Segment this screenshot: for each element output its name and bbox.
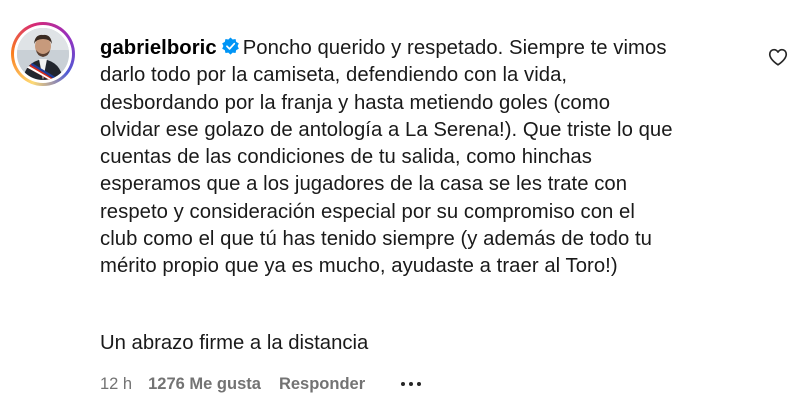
comment-text: gabrielboric Poncho querido y respetado. …: [100, 35, 760, 281]
avatar-story-ring[interactable]: [11, 22, 75, 86]
comment-line: club como el que tú has tenido siempre (…: [100, 228, 652, 251]
comment-line: olvidar ese golazo de antología a La Ser…: [100, 118, 673, 141]
verified-badge-icon: [221, 37, 239, 55]
comment-line: darlo todo por la camiseta, defendiendo …: [100, 64, 568, 87]
comment-line: cuentas de las condiciones de tu salida,…: [100, 146, 592, 169]
comment-line: respeto y consideración especial por su …: [100, 200, 635, 223]
comment: gabrielboric Poncho querido y respetado. …: [0, 0, 800, 410]
comment-meta: 12 h 1276 Me gusta Responder: [100, 374, 422, 394]
more-dot: [401, 382, 406, 386]
more-dot: [409, 382, 414, 386]
comment-first-line: gabrielboric Poncho querido y respetado. …: [100, 35, 760, 62]
comment-line: mérito propio que ya es mucho, ayudaste …: [100, 255, 618, 278]
avatar[interactable]: [17, 28, 69, 80]
likes-count-button[interactable]: 1276 Me gusta: [148, 375, 261, 394]
comment-signoff: Un abrazo firme a la distancia: [100, 332, 369, 354]
avatar-ring-gap: [14, 25, 72, 83]
comment-line: esperamos que a los jugadores de la casa…: [100, 173, 628, 196]
avatar-photo: [17, 28, 69, 80]
more-options-icon[interactable]: [401, 382, 422, 386]
reply-button[interactable]: Responder: [279, 375, 365, 394]
username-link[interactable]: gabrielboric: [100, 37, 217, 59]
heart-outline-icon[interactable]: [767, 46, 789, 68]
comment-timestamp[interactable]: 12 h: [100, 375, 132, 394]
comment-line: desbordando por la franja y hasta metien…: [100, 91, 611, 114]
more-dot: [417, 382, 422, 386]
comment-line: Poncho querido y respetado. Siempre te v…: [242, 37, 667, 59]
